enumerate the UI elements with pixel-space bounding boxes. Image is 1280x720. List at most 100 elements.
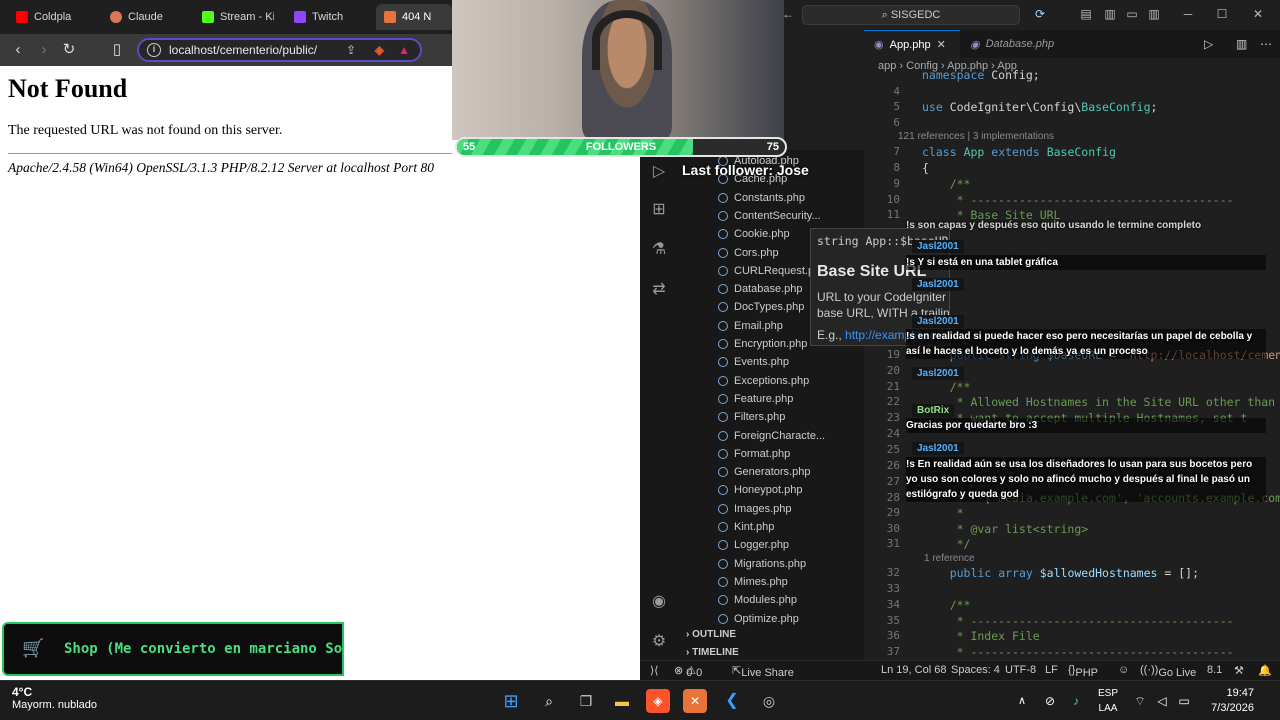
bookmark-icon[interactable]: ▯ <box>107 40 127 60</box>
back-icon[interactable]: ‹ <box>8 40 28 60</box>
example-link[interactable]: http://example.com/ <box>845 328 949 342</box>
run-debug-icon[interactable]: ▷ <box>649 162 669 182</box>
copilot-icon[interactable]: ⟳ <box>1032 7 1048 21</box>
testing-icon[interactable]: ⚗ <box>649 240 669 260</box>
file-item[interactable]: CURLRequest.p <box>718 262 814 280</box>
editor-tab-database[interactable]: ◉ Database.php <box>960 30 1070 58</box>
file-item[interactable]: Images.php <box>718 500 791 518</box>
show-hidden-icons[interactable]: ∧ <box>1010 689 1034 713</box>
file-item[interactable]: ContentSecurity... <box>718 207 821 225</box>
toggle-panel-icon[interactable]: ▭ <box>1124 7 1140 21</box>
go-live-button[interactable]: ((·)) Go Live <box>1140 664 1196 679</box>
account-icon[interactable]: ◉ <box>649 592 669 612</box>
network-off-icon[interactable]: ⊘ <box>1038 689 1062 713</box>
address-bar[interactable]: i localhost/cementerio/public/ ⇪ ◈ ▲ <box>137 38 422 62</box>
extensions-icon[interactable]: ⊞ <box>649 200 669 220</box>
microphone-icon[interactable]: ♪ <box>1064 689 1088 713</box>
brave-browser-icon[interactable]: ◈ <box>646 689 670 713</box>
file-item[interactable]: Exceptions.php <box>718 372 809 390</box>
indentation[interactable]: Spaces: 4 <box>951 664 1000 676</box>
file-item[interactable]: Kint.php <box>718 518 774 536</box>
file-item[interactable]: Email.php <box>718 317 783 335</box>
php-file-icon <box>718 210 728 221</box>
code-line: namespace Config; <box>922 68 1040 82</box>
server-signature: Apache/2.4.58 (Win64) OpenSSL/3.1.3 PHP/… <box>8 160 434 175</box>
file-item[interactable]: Events.php <box>718 353 789 371</box>
file-item[interactable]: Database.php <box>718 280 803 298</box>
file-item[interactable]: Optimize.php <box>718 610 799 628</box>
file-item[interactable]: Feature.php <box>718 390 793 408</box>
wifi-icon[interactable]: ⌔ <box>1128 689 1152 713</box>
copilot-status-icon[interactable]: ☺ <box>1118 664 1129 676</box>
clock[interactable]: 19:47 7/3/2026 <box>1211 686 1254 716</box>
command-center[interactable]: ⌕ SISGEDC <box>802 5 1020 25</box>
end-of-line[interactable]: LF <box>1045 664 1058 676</box>
file-item[interactable]: Modules.php <box>718 591 797 609</box>
file-item[interactable]: Cors.php <box>718 244 779 262</box>
code-lens-references[interactable]: 121 references | 3 implementations <box>898 131 1054 142</box>
encoding[interactable]: UTF-8 <box>1005 664 1036 676</box>
settings-gear-icon[interactable]: ⚙ <box>649 632 669 652</box>
browser-tab-404[interactable]: 404 N <box>376 4 452 30</box>
remote-icon[interactable]: ⟩⟨ <box>650 664 659 677</box>
browser-tab-stream[interactable]: Stream - Ki <box>194 4 274 30</box>
language-mode[interactable]: {} PHP <box>1068 664 1098 679</box>
cursor-position[interactable]: Ln 19, Col 68 <box>881 664 946 676</box>
browser-tab-claude[interactable]: Claude <box>102 4 188 30</box>
file-item[interactable]: ForeignCharacte... <box>718 427 825 445</box>
toggle-secondary-icon[interactable]: ▥ <box>1146 7 1162 21</box>
file-item[interactable]: Filters.php <box>718 408 785 426</box>
remote-explorer-icon[interactable]: ⇄ <box>649 280 669 300</box>
search-icon[interactable]: ⌕ <box>537 689 561 713</box>
run-icon[interactable]: ▷ <box>1204 37 1213 51</box>
task-view-icon[interactable]: ❐ <box>574 689 598 713</box>
maximize-icon[interactable]: ☐ <box>1214 7 1230 21</box>
notifications-icon[interactable]: 🔔 <box>1258 664 1272 677</box>
wrench-icon[interactable]: ⚒ <box>1234 664 1244 677</box>
speaker-icon[interactable]: ◁ <box>1150 689 1174 713</box>
browser-tab-coldplay[interactable]: Coldpla <box>8 4 98 30</box>
file-item[interactable]: Encryption.php <box>718 335 807 353</box>
crumb[interactable]: app <box>878 60 896 72</box>
reload-icon[interactable]: ↻ <box>59 40 79 60</box>
toggle-sidebar-icon[interactable]: ▥ <box>1102 7 1118 21</box>
close-window-icon[interactable]: ✕ <box>1250 7 1266 21</box>
share-icon[interactable]: ⇪ <box>346 40 356 60</box>
file-item[interactable]: Generators.php <box>718 463 810 481</box>
split-editor-icon[interactable]: ▥ <box>1236 37 1247 51</box>
minimize-icon[interactable]: ─ <box>1180 7 1196 21</box>
brave-rewards-icon[interactable]: ▲ <box>398 40 410 60</box>
file-item[interactable]: Constants.php <box>718 189 805 207</box>
customize-layout-icon[interactable]: ▤ <box>1078 7 1094 21</box>
language-code: ESP <box>1098 688 1119 699</box>
file-item[interactable]: Cookie.php <box>718 225 790 243</box>
file-item[interactable]: Mimes.php <box>718 573 788 591</box>
file-item[interactable]: Migrations.php <box>718 555 806 573</box>
weather-widget[interactable]: 4°C Mayorm. nublado <box>12 685 97 711</box>
problems-indicator[interactable]: ⊗ 0 ⚠ 0 <box>674 664 702 679</box>
close-tab-icon[interactable]: ✕ <box>937 38 946 51</box>
brave-shield-icon[interactable]: ◈ <box>375 40 384 60</box>
start-icon[interactable]: ⊞ <box>499 689 523 713</box>
file-item[interactable]: Format.php <box>718 445 790 463</box>
xampp-icon[interactable]: ✕ <box>683 689 707 713</box>
browser-tab-twitch[interactable]: Twitch <box>286 4 366 30</box>
forward-icon[interactable]: › <box>34 40 54 60</box>
workspace-name: SISGEDC <box>890 9 941 21</box>
php-version[interactable]: 8.1 <box>1207 664 1222 676</box>
file-item[interactable]: Honeypot.php <box>718 481 803 499</box>
more-actions-icon[interactable]: ⋯ <box>1260 37 1272 51</box>
vscode-icon[interactable]: ❮ <box>720 689 744 713</box>
outline-section[interactable]: › OUTLINE <box>686 629 736 640</box>
php-file-icon <box>718 192 728 203</box>
file-item[interactable]: DocTypes.php <box>718 298 804 316</box>
battery-icon[interactable]: ▭ <box>1172 689 1196 713</box>
timeline-section[interactable]: › TIMELINE <box>686 647 739 658</box>
file-item[interactable]: Logger.php <box>718 536 789 554</box>
obs-icon[interactable]: ◎ <box>757 689 781 713</box>
code-lens-reference[interactable]: 1 reference <box>924 553 975 564</box>
editor-tab-app[interactable]: ◉ App.php ✕ <box>864 30 960 58</box>
file-explorer-icon[interactable]: ▬ <box>610 689 634 713</box>
language-indicator[interactable]: ESP LAA <box>1098 686 1118 716</box>
live-share-button[interactable]: ⇱ Live Share <box>732 664 794 679</box>
